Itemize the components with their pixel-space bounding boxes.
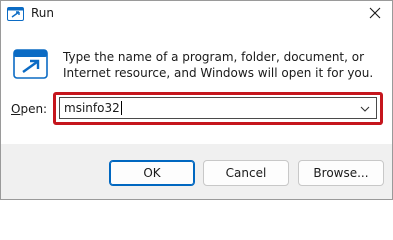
run-dialog: Run Type the name of a program, folder, … [0,0,393,200]
title-bar: Run [1,1,392,28]
window-title: Run [31,6,55,20]
dropdown-button[interactable] [356,98,374,118]
open-combobox[interactable]: msinfo32 [59,97,377,119]
text-cursor [121,101,122,115]
dialog-description: Type the name of a program, folder, docu… [63,50,374,80]
close-icon [369,7,381,22]
run-icon [13,47,48,81]
cancel-button[interactable]: Cancel [203,160,289,186]
dialog-content: Type the name of a program, folder, docu… [1,28,392,144]
ok-button[interactable]: OK [109,160,195,186]
chevron-down-icon [360,101,370,115]
open-label: Open: [11,102,47,116]
browse-button[interactable]: Browse... [298,160,384,186]
close-button[interactable] [358,1,392,28]
open-label-text: pen: [20,102,48,116]
open-input[interactable]: msinfo32 [64,101,120,115]
button-bar: OK Cancel Browse... [1,144,392,199]
run-app-icon [7,6,24,22]
